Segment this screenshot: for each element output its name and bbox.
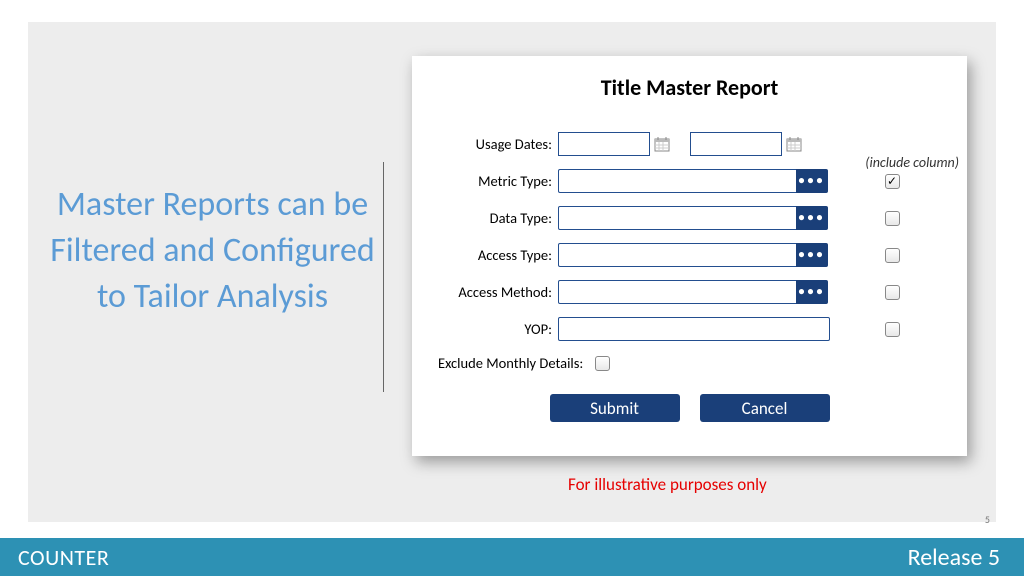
label-usage-dates: Usage Dates:	[434, 135, 558, 153]
access-type-include-checkbox[interactable]	[885, 248, 900, 263]
row-exclude-monthly: Exclude Monthly Details:	[438, 354, 945, 372]
access-type-input[interactable]	[558, 243, 798, 267]
label-exclude-monthly: Exclude Monthly Details:	[438, 354, 583, 372]
label-access-type: Access Type:	[434, 246, 558, 264]
access-method-input[interactable]	[558, 280, 798, 304]
usage-date-end-input[interactable]	[690, 132, 782, 156]
footer-bar: COUNTER Release 5	[0, 538, 1024, 576]
cancel-button[interactable]: Cancel	[700, 394, 830, 422]
yop-input[interactable]	[558, 317, 830, 341]
metric-type-include-checkbox[interactable]: ✓	[885, 174, 900, 189]
yop-include-checkbox[interactable]	[885, 322, 900, 337]
button-row: Submit Cancel	[434, 394, 945, 422]
access-method-include-checkbox[interactable]	[885, 285, 900, 300]
checkmark-icon: ✓	[887, 174, 897, 189]
label-yop: YOP:	[434, 320, 558, 338]
submit-button[interactable]: Submit	[550, 394, 680, 422]
headline-text: Master Reports can be Filtered and Confi…	[40, 182, 385, 320]
row-access-type: Access Type: •••	[434, 242, 945, 268]
row-yop: YOP:	[434, 316, 945, 342]
row-access-method: Access Method: •••	[434, 279, 945, 305]
calendar-icon[interactable]	[784, 133, 804, 155]
data-type-input[interactable]	[558, 206, 798, 230]
brand-part-a: CO	[18, 544, 45, 571]
report-form-panel: Title Master Report (include column) Usa…	[412, 56, 967, 456]
row-usage-dates: Usage Dates:	[434, 131, 945, 157]
page-number: 5	[985, 513, 990, 526]
brand-logo: COUNTER	[18, 544, 109, 571]
vertical-divider	[383, 162, 384, 392]
illustrative-note: For illustrative purposes only	[568, 474, 767, 495]
slide-body: Master Reports can be Filtered and Confi…	[28, 22, 996, 522]
release-label: Release 5	[908, 543, 1000, 572]
exclude-monthly-checkbox[interactable]	[595, 356, 610, 371]
label-data-type: Data Type:	[434, 209, 558, 227]
panel-title: Title Master Report	[434, 74, 945, 101]
row-metric-type: Metric Type: ••• ✓	[434, 168, 945, 194]
row-data-type: Data Type: •••	[434, 205, 945, 231]
metric-type-picker-button[interactable]: •••	[796, 169, 828, 193]
data-type-picker-button[interactable]: •••	[796, 206, 828, 230]
calendar-icon[interactable]	[652, 133, 672, 155]
metric-type-input[interactable]	[558, 169, 798, 193]
label-access-method: Access Method:	[434, 283, 558, 301]
label-metric-type: Metric Type:	[434, 172, 558, 190]
access-type-picker-button[interactable]: •••	[796, 243, 828, 267]
data-type-include-checkbox[interactable]	[885, 211, 900, 226]
access-method-picker-button[interactable]: •••	[796, 280, 828, 304]
usage-date-start-input[interactable]	[558, 132, 650, 156]
brand-part-b: UNTER	[45, 544, 109, 571]
